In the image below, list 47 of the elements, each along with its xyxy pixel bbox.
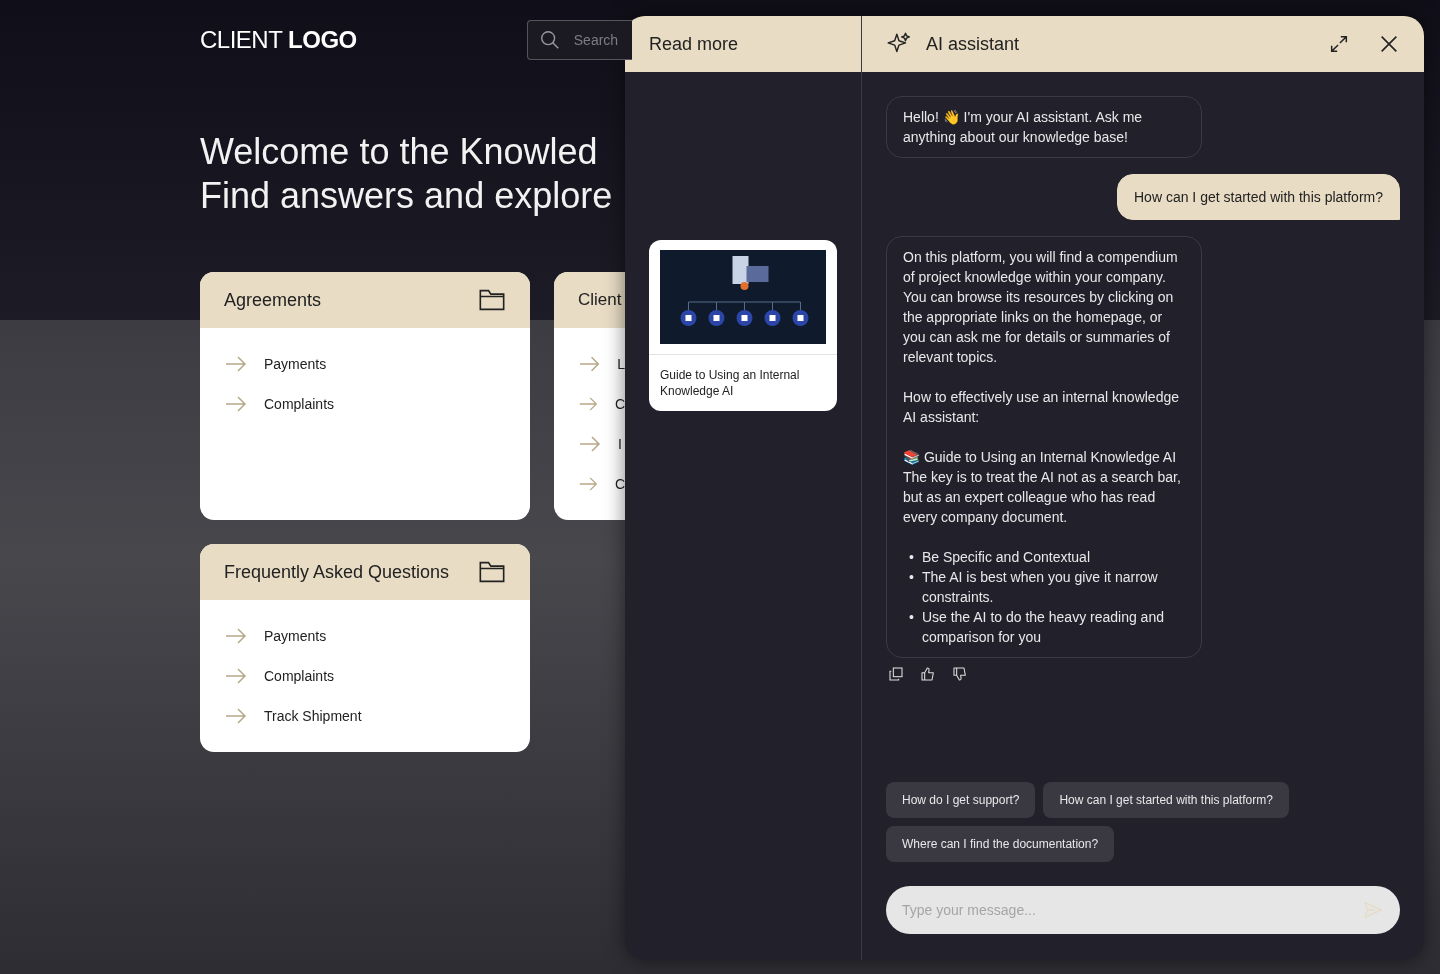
suggestion-chip[interactable]: How can I get started with this platform?	[1043, 782, 1289, 818]
bullet: •	[909, 568, 914, 587]
copy-icon	[888, 666, 904, 682]
category-link[interactable]: I	[578, 424, 625, 464]
like-button[interactable]	[920, 666, 936, 682]
list-item: The AI is best when you give it narrow constraints.	[921, 568, 1159, 607]
copy-button[interactable]	[888, 666, 904, 682]
logo: CLIENT LOGO	[200, 25, 357, 55]
category-link[interactable]: L	[578, 344, 625, 384]
expand-button[interactable]	[1328, 33, 1350, 55]
category-link[interactable]: Track Shipment	[224, 696, 506, 736]
expand-icon	[1328, 33, 1350, 55]
list-item: Be Specific and Contextual	[921, 548, 1090, 567]
bullet: •	[909, 608, 914, 627]
hero-heading: Find answers and explore	[200, 174, 614, 218]
suggestion-chip[interactable]: Where can I find the documentation?	[886, 826, 1115, 862]
list-item: Use the AI to do the heavy reading and comparison for you	[921, 608, 1165, 647]
category-link[interactable]: C	[578, 384, 625, 424]
hero-heading: Welcome to the Knowled	[200, 130, 599, 174]
category-link[interactable]: Payments	[224, 344, 506, 384]
source-card[interactable]: Guide to Using an Internal Knowledge AI	[649, 240, 837, 411]
thumbs-up-icon	[920, 666, 936, 682]
close-icon	[1378, 33, 1400, 55]
category-link[interactable]: Payments	[224, 616, 506, 656]
search-icon	[538, 29, 561, 51]
card-title: Client	[578, 289, 622, 312]
category-link[interactable]: Complaints	[224, 656, 506, 696]
message-text: 📚 Guide to Using an Internal Knowledge AI The key is to treat the AI not as a search bar, but as an expert colleague who has read every company document.	[903, 448, 1182, 527]
card-title: Frequently Asked Questions	[224, 560, 450, 584]
message-input[interactable]: Type your message...	[886, 886, 1400, 934]
card-title: Agreements	[224, 288, 322, 312]
suggestion-chip[interactable]: How do I get support?	[886, 782, 1036, 818]
search-field[interactable]: Search	[526, 20, 632, 60]
source-title: Guide to Using an Internal Knowledge AI	[649, 354, 837, 411]
message-text: Hello! 👋 I'm your AI assistant. Ask me anything about our knowledge base!	[903, 108, 1144, 147]
category-link[interactable]: Complaints	[224, 384, 506, 424]
thumbs-down-icon	[952, 666, 968, 682]
dislike-button[interactable]	[952, 666, 968, 682]
category-link[interactable]: C	[578, 464, 625, 504]
close-button[interactable]	[1378, 33, 1400, 55]
message-text: On this platform, you will find a compendium of project knowledge within your company. You can browse its resources by clicking on the appropriate links on the homepage, or you can ask me for details or summaries of relevant topics.	[903, 248, 1179, 367]
bullet: •	[909, 548, 914, 567]
panel-title: Read more	[649, 32, 739, 56]
send-icon	[1362, 899, 1384, 921]
message-text: How can I get started with this platform?	[1134, 188, 1383, 207]
message-text: How to effectively use an internal knowledge AI assistant:	[903, 388, 1180, 427]
panel-title: AI assistant	[926, 32, 1021, 56]
